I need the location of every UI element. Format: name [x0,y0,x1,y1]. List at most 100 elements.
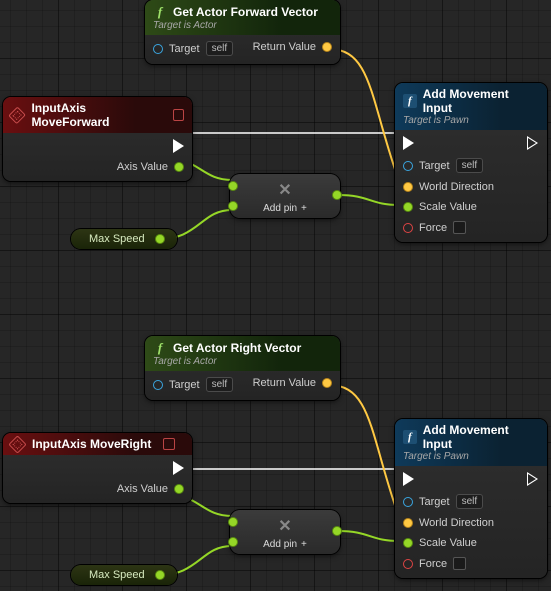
pin-world-direction[interactable]: World Direction [403,181,494,193]
pin-target[interactable]: Target self [153,41,233,56]
pin-target[interactable]: Target self [153,377,233,392]
pin-target[interactable]: Target self [403,158,494,173]
pin-b[interactable] [228,201,238,211]
object-pin-icon [153,380,163,390]
pin-force[interactable]: Force [403,221,494,234]
exec-pin-icon [403,472,414,486]
function-icon: f [153,340,167,356]
pin-b[interactable] [228,537,238,547]
object-pin-icon [153,44,163,54]
pin-exec-in[interactable] [403,472,494,486]
bool-pin-icon [403,223,413,233]
node-multiply[interactable]: ✕ Add pin + [230,174,340,218]
float-pin-icon[interactable] [155,234,165,244]
pin-label: World Direction [419,517,494,529]
checkbox[interactable] [453,557,466,570]
event-icon [8,106,26,124]
node-max-speed-variable[interactable]: Max Speed [71,229,177,249]
variable-label: Max Speed [89,569,145,581]
multiply-icon: ✕ [278,180,291,200]
node-add-movement-input[interactable]: f Add Movement Input Target is Pawn Targ… [395,419,547,578]
pin-label: Return Value [253,41,316,53]
node-get-actor-forward-vector[interactable]: f Get Actor Forward Vector Target is Act… [145,0,340,64]
float-pin-icon [174,162,184,172]
node-title: Get Actor Right Vector [173,341,301,355]
exec-pin-icon [528,136,539,150]
pin-label: Scale Value [419,201,477,213]
node-title: InputAxis MoveRight [32,437,151,451]
node-max-speed-variable[interactable]: Max Speed [71,565,177,585]
node-title: Add Movement Input [423,87,539,115]
add-pin-label: Add pin [263,203,297,214]
add-pin-label: Add pin [263,539,297,550]
exec-pin-icon [403,136,414,150]
pin-return-value[interactable]: Return Value [253,41,332,53]
float-pin-icon [174,484,184,494]
pin-label: Axis Value [117,161,168,173]
vector-pin-icon [403,182,413,192]
add-pin-button[interactable]: Add pin + [263,539,307,550]
self-tag: self [456,494,484,509]
pin-label: Force [419,222,447,234]
pin-scale-value[interactable]: Scale Value [403,537,494,549]
node-get-actor-right-vector[interactable]: f Get Actor Right Vector Target is Actor… [145,336,340,400]
float-pin-icon[interactable] [155,570,165,580]
pin-label: Axis Value [117,483,168,495]
pin-out[interactable] [332,190,342,200]
pin-exec-out[interactable] [528,472,539,486]
exec-pin-icon [173,461,184,475]
plus-icon: + [301,203,307,214]
pin-label: Force [419,558,447,570]
function-icon: f [403,430,417,444]
pin-out[interactable] [332,526,342,536]
node-inputaxis-moveforward[interactable]: InputAxis MoveForward Axis Value [3,97,192,181]
pin-world-direction[interactable]: World Direction [403,517,494,529]
vector-pin-icon [322,378,332,388]
node-subtitle: Target is Actor [153,20,332,31]
pin-axis-value[interactable]: Axis Value [117,161,184,173]
node-subtitle: Target is Pawn [403,451,539,462]
multiply-icon: ✕ [278,516,291,536]
pin-exec-out[interactable] [173,139,184,153]
stop-icon [163,438,175,450]
pin-exec-out[interactable] [173,461,184,475]
self-tag: self [206,41,234,56]
self-tag: self [206,377,234,392]
pin-label: Target [419,496,450,508]
pin-exec-in[interactable] [403,136,494,150]
pin-exec-out[interactable] [528,136,539,150]
pin-a[interactable] [228,517,238,527]
node-subtitle: Target is Pawn [403,115,539,126]
node-inputaxis-moveright[interactable]: InputAxis MoveRight Axis Value [3,433,192,503]
variable-label: Max Speed [89,233,145,245]
plus-icon: + [301,539,307,550]
float-pin-icon [403,538,413,548]
vector-pin-icon [403,518,413,528]
node-title: InputAxis MoveForward [31,101,160,129]
node-multiply[interactable]: ✕ Add pin + [230,510,340,554]
pin-a[interactable] [228,181,238,191]
stop-icon [173,109,184,121]
node-subtitle: Target is Actor [153,356,332,367]
pin-label: World Direction [419,181,494,193]
node-add-movement-input[interactable]: f Add Movement Input Target is Pawn Targ… [395,83,547,242]
node-title: Get Actor Forward Vector [173,5,318,19]
self-tag: self [456,158,484,173]
add-pin-button[interactable]: Add pin + [263,203,307,214]
pin-force[interactable]: Force [403,557,494,570]
pin-label: Target [169,379,200,391]
pin-target[interactable]: Target self [403,494,494,509]
exec-pin-icon [528,472,539,486]
node-title: Add Movement Input [423,423,539,451]
bool-pin-icon [403,559,413,569]
pin-label: Target [419,160,450,172]
float-pin-icon [403,202,413,212]
pin-axis-value[interactable]: Axis Value [117,483,184,495]
pin-return-value[interactable]: Return Value [253,377,332,389]
checkbox[interactable] [453,221,466,234]
pin-scale-value[interactable]: Scale Value [403,201,494,213]
event-icon [8,435,26,453]
function-icon: f [153,4,167,20]
function-icon: f [403,94,417,108]
pin-label: Return Value [253,377,316,389]
